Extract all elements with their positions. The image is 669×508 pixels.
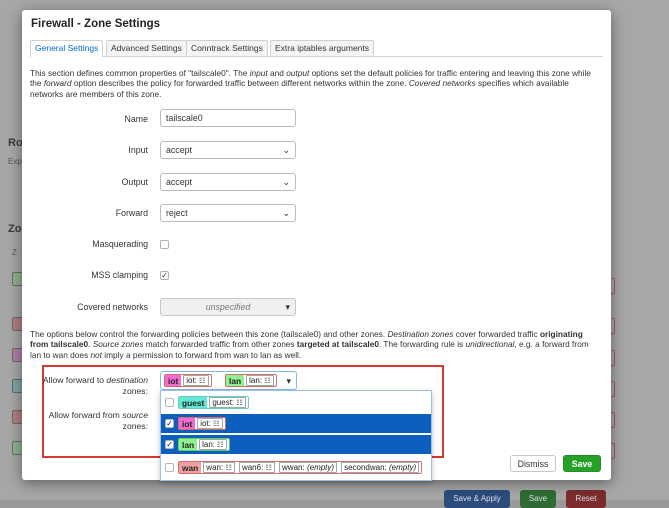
dropdown-item-checkbox[interactable] <box>165 463 174 472</box>
network-icon: ☷ <box>217 440 224 449</box>
dropdown-item-iot[interactable]: ✓ iot iot: ☷ <box>161 414 431 433</box>
bg-heading-zones: Zo <box>8 223 22 235</box>
zone-name: wan <box>179 462 202 473</box>
chevron-down-icon: ▾ <box>285 302 290 312</box>
zone-name: iot <box>165 375 182 386</box>
name-input[interactable]: tailscale0 <box>160 109 296 127</box>
dropdown-item-checkbox[interactable]: ✓ <box>165 419 174 428</box>
modal-title: Firewall - Zone Settings <box>31 18 161 30</box>
name-label: Name <box>124 114 148 124</box>
dismiss-button[interactable]: Dismiss <box>510 455 556 472</box>
covered-networks-select[interactable]: unspecified ▾ <box>160 298 296 316</box>
input-policy-select[interactable]: accept ⌄ <box>160 141 296 159</box>
output-policy-select[interactable]: accept ⌄ <box>160 173 296 191</box>
bg-text-exp: Exp <box>8 157 22 166</box>
tab-extra-iptables[interactable]: Extra iptables arguments <box>270 40 375 56</box>
bg-heading-routes: Ro <box>8 137 23 149</box>
bg-save-button: Save <box>520 490 556 508</box>
network-icon: ☷ <box>198 376 206 385</box>
zone-badge-guest: guest guest: ☷ <box>178 396 249 409</box>
masquerading-label: Masquerading <box>92 239 148 249</box>
zone-name: iot <box>179 418 196 429</box>
zone-name: lan <box>226 375 245 386</box>
output-label: Output <box>121 177 148 187</box>
section-description: This section defines common properties o… <box>30 68 591 99</box>
network-icon: ☷ <box>212 419 220 428</box>
forward-dest-label: Allow forward to destination zones: <box>42 375 148 396</box>
selected-zone-lan: lan lan: ☷ <box>225 374 277 387</box>
network-badge: iot: ☷ <box>183 375 209 386</box>
masquerading-checkbox[interactable] <box>160 240 169 249</box>
selected-zone-iot: iot iot: ☷ <box>164 374 212 387</box>
chevron-down-icon: ⌄ <box>282 208 290 218</box>
network-badge: wan: ☷ <box>203 462 235 473</box>
forward-source-label: Allow forward from source zones: <box>48 410 148 431</box>
tab-general-settings[interactable]: General Settings <box>30 40 104 57</box>
save-button[interactable]: Save <box>563 455 601 472</box>
forwarding-description: The options below control the forwarding… <box>30 329 589 360</box>
zone-badge-wan: wan wan: ☷ wan6: ☷ wwan: (empty) secondwan… <box>178 461 423 474</box>
network-badge: wwan: (empty) <box>279 462 338 473</box>
dropdown-item-guest[interactable]: guest guest: ☷ <box>161 393 431 412</box>
network-badge: lan: ☷ <box>199 439 227 450</box>
dropdown-item-lan[interactable]: ✓ lan lan: ☷ <box>161 435 431 454</box>
zone-dropdown-list: guest guest: ☷ ✓ iot iot: ☷ ✓ lan lan: ☷ wa… <box>160 390 432 481</box>
input-label: Input <box>128 145 148 155</box>
zone-name: lan <box>179 439 198 450</box>
forward-policy-select[interactable]: reject ⌄ <box>160 204 296 222</box>
bg-reset-button: Reset <box>566 490 606 508</box>
network-badge: wan6: ☷ <box>238 462 276 473</box>
network-icon: ☷ <box>236 398 243 407</box>
tab-conntrack-settings[interactable]: Conntrack Settings <box>186 40 268 56</box>
bg-column-header: Z <box>12 248 17 257</box>
forward-dest-zones-select[interactable]: iot iot: ☷ lan lan: ☷ ▾ <box>160 371 297 390</box>
tab-advanced-settings[interactable]: Advanced Settings <box>106 40 187 56</box>
covered-networks-label: Covered networks <box>77 302 148 312</box>
forward-label: Forward <box>115 208 148 218</box>
mss-clamping-checkbox[interactable]: ✓ <box>160 271 169 280</box>
dropdown-item-wan[interactable]: wan wan: ☷ wan6: ☷ wwan: (empty) secondwan… <box>161 458 431 477</box>
tab-bar: General Settings Advanced Settings Connt… <box>30 40 603 57</box>
dropdown-item-checkbox[interactable]: ✓ <box>165 440 174 449</box>
chevron-down-icon: ⌄ <box>282 145 290 155</box>
dropdown-item-checkbox[interactable] <box>165 398 174 407</box>
mss-clamping-label: MSS clamping <box>91 270 148 280</box>
network-badge: lan: ☷ <box>246 375 274 386</box>
network-badge: guest: ☷ <box>209 397 246 408</box>
bg-save-apply-button: Save & Apply <box>444 490 510 508</box>
network-icon: ☷ <box>264 376 271 385</box>
zone-name: guest <box>179 397 208 408</box>
network-badge: secondwan: (empty) <box>341 462 420 473</box>
chevron-down-icon: ▾ <box>286 376 291 386</box>
zone-badge-lan: lan lan: ☷ <box>178 438 230 451</box>
zone-badge-iot: iot iot: ☷ <box>178 417 226 430</box>
chevron-down-icon: ⌄ <box>282 177 290 187</box>
zone-settings-modal: Firewall - Zone Settings General Setting… <box>22 10 611 481</box>
network-badge: iot: ☷ <box>197 418 223 429</box>
network-icon: ☷ <box>225 463 232 472</box>
network-icon: ☷ <box>265 463 273 472</box>
